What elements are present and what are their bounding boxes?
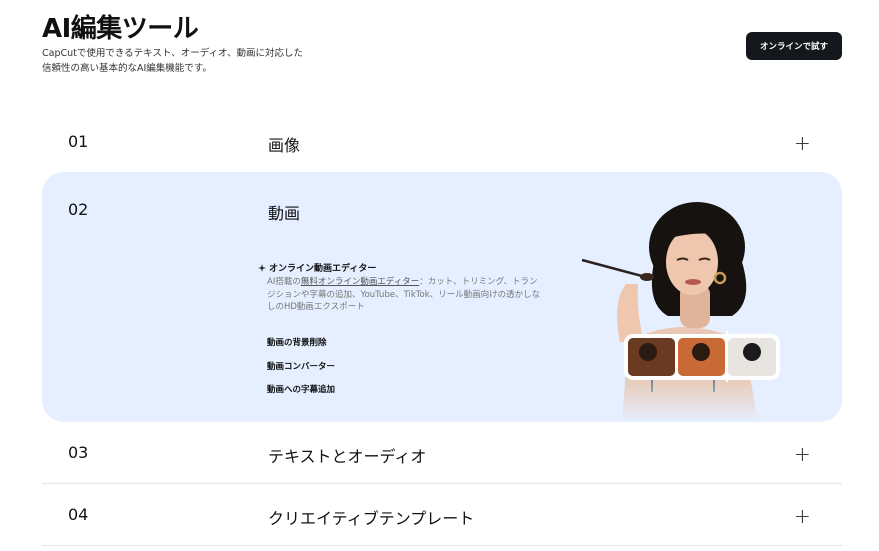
row-number: 03 xyxy=(68,443,89,462)
page-subtitle: CapCutで使用できるテキスト、オーディオ、動画に対応した信頼性の高い基本的な… xyxy=(42,48,303,74)
divider xyxy=(42,483,842,484)
try-online-button[interactable]: オンラインで試す xyxy=(746,32,842,60)
feature-desc-prefix: AI搭載の xyxy=(267,277,301,287)
feature-title-label: オンライン動画エディター xyxy=(269,264,377,274)
row-number: 02 xyxy=(68,200,89,219)
expand-plus-icon[interactable]: + xyxy=(794,444,811,464)
row-number: 04 xyxy=(68,505,89,524)
divider xyxy=(42,545,842,546)
accordion-row-text-audio[interactable]: 03 テキストとオーディオ + xyxy=(42,430,842,482)
expand-plus-icon[interactable]: + xyxy=(794,133,811,153)
hero-illustration xyxy=(581,202,802,422)
online-video-editor-link[interactable]: 無料オンライン動画エディター xyxy=(301,277,419,287)
feature-title[interactable]: オンライン動画エディター xyxy=(258,261,376,274)
accordion-row-templates[interactable]: 04 クリエイティブテンプレート + xyxy=(42,492,842,544)
row-label[interactable]: 動画 xyxy=(268,200,300,224)
feature-link-background-removal[interactable]: 動画の背景削除 xyxy=(267,336,327,348)
row-number: 01 xyxy=(68,132,89,151)
accordion-panel-video: 02 動画 オンライン動画エディター AI搭載の無料オンライン動画エディター：カ… xyxy=(42,172,842,422)
expand-plus-icon[interactable]: + xyxy=(794,506,811,526)
feature-link-video-converter[interactable]: 動画コンバーター xyxy=(267,360,335,372)
accordion-row-image[interactable]: 01 画像 + xyxy=(42,120,842,170)
feature-link-add-subtitles[interactable]: 動画への字幕追加 xyxy=(267,383,335,395)
row-label: クリエイティブテンプレート xyxy=(268,509,475,528)
page-title: AI編集ツール xyxy=(42,14,199,44)
feature-description: AI搭載の無料オンライン動画エディター：カット、トリミング、トランジションや字幕… xyxy=(267,276,542,314)
sparkle-icon xyxy=(258,263,266,272)
row-label: テキストとオーディオ xyxy=(268,447,427,466)
row-label: 画像 xyxy=(268,136,301,155)
